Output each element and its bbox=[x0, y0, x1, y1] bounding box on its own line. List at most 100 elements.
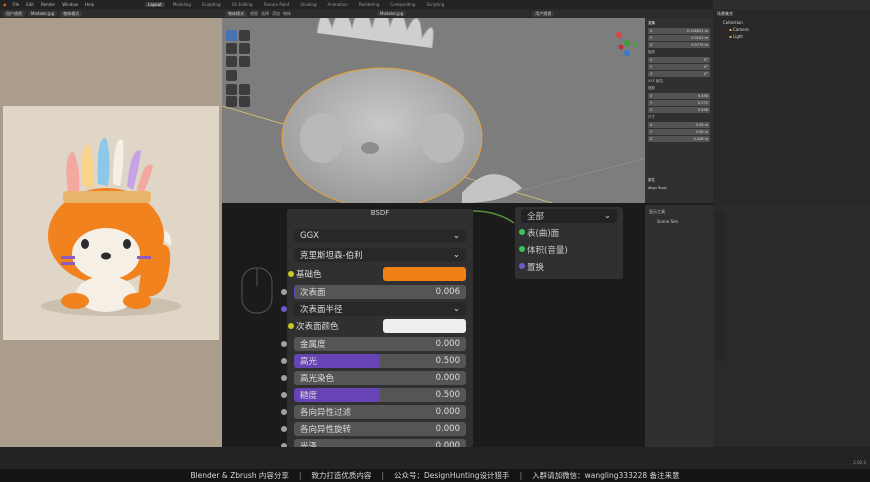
npanel-field[interactable]: X 0.456 bbox=[648, 93, 710, 99]
principled-bsdf-node[interactable]: BSDF GGX ⌄ 克里斯坦森-伯利 ⌄ 基础色 次表面 0.006 次表面半径 ⌄ 次表… bbox=[281, 209, 473, 453]
scale-tool[interactable] bbox=[226, 56, 237, 67]
object-menu[interactable]: 物体 bbox=[283, 11, 291, 17]
extra-tool-2[interactable] bbox=[239, 96, 250, 107]
menu-help[interactable]: Help bbox=[84, 2, 95, 7]
npanel-field[interactable]: Z 0° bbox=[648, 71, 710, 77]
bsdf-slider[interactable]: 高光染色 0.000 bbox=[281, 371, 466, 385]
reference-photo bbox=[3, 106, 219, 340]
viewport-mode-dropdown[interactable]: 物体模式 bbox=[225, 10, 247, 17]
subsurface-radius-socket[interactable] bbox=[281, 306, 287, 312]
subsurface-color-row: 次表面颜色 bbox=[288, 319, 466, 333]
viewport-image-field[interactable]: Modeler.jpg bbox=[377, 11, 407, 16]
outliner: 场景集合 Collection ▪ Camera ▪ Light bbox=[713, 0, 870, 205]
tab-animation[interactable]: Animation bbox=[325, 2, 351, 7]
outliner-root[interactable]: 场景集合 bbox=[713, 9, 870, 19]
align-tools-item[interactable]: Align Tools bbox=[648, 186, 667, 190]
bsdf-slider[interactable]: 糙度 0.500 bbox=[281, 388, 466, 402]
image-name-field[interactable]: Modeler.jpg bbox=[28, 11, 58, 16]
menu-window[interactable]: Window bbox=[61, 2, 79, 7]
tab-scripting[interactable]: Scripting bbox=[423, 2, 447, 7]
add-menu[interactable]: 添加 bbox=[272, 11, 280, 17]
menu-render[interactable]: Render bbox=[40, 2, 56, 7]
bsdf-slider[interactable]: 各向异性过滤 0.000 bbox=[281, 405, 466, 419]
object-mode-dropdown[interactable]: 物体模式 bbox=[60, 10, 83, 17]
rotate-tool[interactable] bbox=[239, 43, 250, 54]
camera-icon: ▪ bbox=[729, 27, 732, 32]
npanel-field[interactable]: X 0.39 m bbox=[648, 122, 710, 128]
cursor-tool[interactable] bbox=[239, 30, 250, 41]
menu-file[interactable]: File bbox=[12, 2, 21, 7]
banner-item-2: 致力打造优质内容 bbox=[311, 471, 372, 480]
npanel-field[interactable]: Y 0.0101 m bbox=[648, 35, 710, 41]
fox-3d-model bbox=[222, 18, 647, 203]
tab-uv-editing[interactable]: UV Editing bbox=[229, 2, 256, 7]
bsdf-slider[interactable]: 次表面 0.006 bbox=[281, 285, 466, 299]
bsdf-node-label: BSDF bbox=[370, 209, 390, 217]
transform-tool[interactable] bbox=[239, 56, 250, 67]
add-cube-tool[interactable] bbox=[239, 84, 250, 95]
bsdf-slider[interactable]: 金属度 0.000 bbox=[281, 337, 466, 351]
tab-texture-paint[interactable]: Texture Paint bbox=[260, 2, 292, 7]
viewport-header: 物体模式 视图 选择 添加 物体 Modeler.jpg 用户透视 bbox=[222, 9, 713, 18]
npanel-field[interactable]: Y 0.272 bbox=[648, 100, 710, 106]
surface-socket[interactable] bbox=[519, 229, 525, 235]
tab-rendering[interactable]: Rendering bbox=[356, 2, 382, 7]
npanel-field[interactable]: Z 0.456 bbox=[648, 107, 710, 113]
properties-editor: 显示工具 Scene Sim bbox=[645, 205, 870, 447]
material-output-node[interactable]: 全部 ⌄ 表(曲)面 体积(音量) 置换 bbox=[515, 207, 623, 279]
npanel-rows: X 0.126021 m Y 0.0101 m Z 0.9775 m 旋转 X 0° Y 0° Z 0°… bbox=[645, 28, 713, 142]
tab-modeling[interactable]: Modeling bbox=[170, 2, 194, 7]
select-box-tool[interactable] bbox=[226, 30, 237, 41]
subsurface-radius-dropdown[interactable]: 次表面半径 ⌄ bbox=[281, 302, 466, 316]
outliner-item-collection[interactable]: Collection bbox=[713, 19, 870, 26]
shading-dropdown[interactable]: 用户透视 bbox=[532, 10, 555, 17]
input-socket[interactable] bbox=[281, 426, 287, 432]
base-color-swatch[interactable] bbox=[383, 267, 466, 281]
view-menu[interactable]: 视图 bbox=[250, 11, 258, 17]
tab-compositing[interactable]: Compositing bbox=[387, 2, 418, 7]
view-menu[interactable]: 用户透视 bbox=[3, 10, 25, 17]
menu-edit[interactable]: Edit bbox=[25, 2, 35, 7]
subsurface-color-swatch[interactable] bbox=[383, 319, 466, 333]
input-socket[interactable] bbox=[281, 375, 287, 381]
volume-socket[interactable] bbox=[519, 246, 525, 252]
npanel-field[interactable]: X 0.126021 m bbox=[648, 28, 710, 34]
annotate-tool[interactable] bbox=[226, 70, 237, 81]
npanel-field[interactable]: Y 0.08 m bbox=[648, 129, 710, 135]
displacement-socket[interactable] bbox=[519, 263, 525, 269]
extra-tool-1[interactable] bbox=[226, 96, 237, 107]
input-socket[interactable] bbox=[281, 358, 287, 364]
outliner-item-camera[interactable]: ▪ Camera bbox=[713, 26, 870, 33]
npanel-field[interactable]: Z 0.426 m bbox=[648, 136, 710, 142]
bsdf-slider[interactable]: 高光 0.500 bbox=[281, 354, 466, 368]
input-socket[interactable] bbox=[281, 409, 287, 415]
input-socket[interactable] bbox=[281, 341, 287, 347]
outliner-item-light[interactable]: ▪ Light bbox=[713, 33, 870, 40]
output-target-dropdown[interactable]: 全部 ⌄ bbox=[521, 209, 617, 223]
distribution-dropdown[interactable]: GGX ⌄ bbox=[294, 229, 466, 243]
npanel-field[interactable]: X 0° bbox=[648, 57, 710, 63]
subsurface-method-dropdown[interactable]: 克里斯坦森-伯利 ⌄ bbox=[294, 248, 466, 262]
base-color-socket[interactable] bbox=[288, 271, 294, 277]
light-icon: ▪ bbox=[729, 34, 732, 39]
npanel-field[interactable]: Z 0.9775 m bbox=[648, 42, 710, 48]
input-socket[interactable] bbox=[281, 289, 287, 295]
npanel-section-title: 尺寸 bbox=[648, 115, 655, 119]
image-editor-header: 用户透视 Modeler.jpg 物体模式 bbox=[0, 9, 222, 18]
chevron-down-icon: ⌄ bbox=[452, 231, 460, 241]
tab-shading[interactable]: Shading bbox=[297, 2, 319, 7]
bsdf-slider[interactable]: 各向异性旋转 0.000 bbox=[281, 422, 466, 436]
npanel-footer-item[interactable]: 属性 bbox=[648, 178, 655, 183]
tab-layout[interactable]: Layout bbox=[145, 2, 165, 7]
sidebar-item[interactable]: Scene Sim bbox=[645, 219, 713, 224]
subsurface-color-socket[interactable] bbox=[288, 323, 294, 329]
blender-logo-icon[interactable]: ◉ bbox=[3, 2, 7, 7]
measure-tool[interactable] bbox=[226, 84, 237, 95]
select-menu[interactable]: 选择 bbox=[261, 11, 269, 17]
move-tool[interactable] bbox=[226, 43, 237, 54]
3d-viewport[interactable] bbox=[222, 18, 647, 203]
npanel-field[interactable]: Y 0° bbox=[648, 64, 710, 70]
tab-sculpting[interactable]: Sculpting bbox=[199, 2, 224, 7]
properties-tab-strip[interactable] bbox=[715, 211, 725, 361]
input-socket[interactable] bbox=[281, 392, 287, 398]
